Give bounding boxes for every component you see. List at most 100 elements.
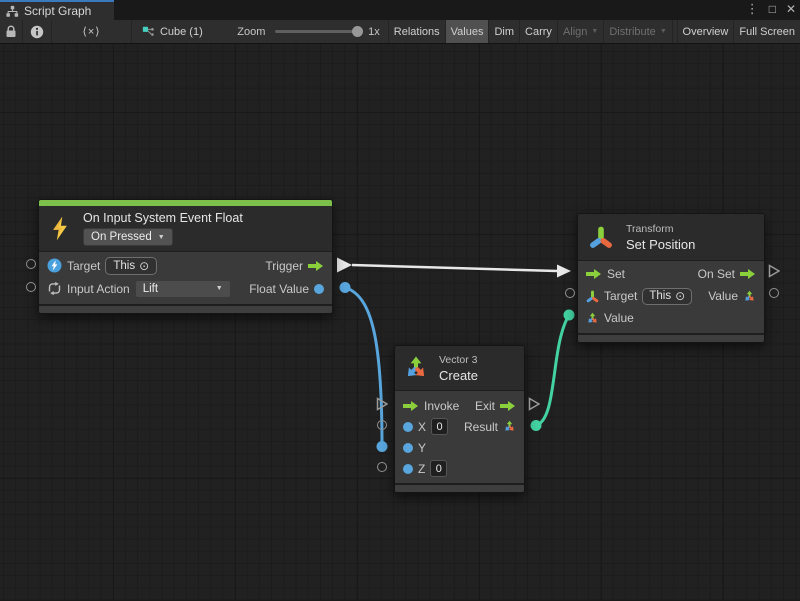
- info-button[interactable]: [23, 20, 52, 43]
- target-field[interactable]: This ⊙: [105, 257, 157, 275]
- x-value-field[interactable]: 0: [431, 418, 448, 435]
- value-out-external-port[interactable]: [769, 288, 779, 298]
- set-position-footer: [578, 333, 764, 342]
- transform-icon: [588, 224, 614, 250]
- input-action-label: Input Action: [67, 282, 130, 296]
- chevron-down-icon: ▼: [158, 234, 165, 241]
- x-label: X: [418, 420, 426, 434]
- z-label: Z: [418, 462, 425, 476]
- graph-context-button[interactable]: Cube (1): [132, 20, 223, 43]
- event-mode-dropdown[interactable]: On Pressed ▼: [83, 228, 173, 246]
- x-input-port[interactable]: [403, 422, 413, 432]
- vector3-icon: [403, 355, 429, 381]
- input-action-icon: [47, 281, 62, 296]
- zoom-value: 1x: [364, 20, 389, 43]
- graph-hierarchy-icon: [6, 5, 19, 18]
- graph-toolbar: ⟨×⟩ Cube (1) Zoom 1x Relations Values Di…: [0, 20, 800, 44]
- invoke-input-port[interactable]: [403, 400, 419, 412]
- exit-external-port[interactable]: [528, 397, 540, 411]
- on-set-external-port[interactable]: [768, 264, 780, 278]
- values-button[interactable]: Values: [446, 20, 490, 43]
- target-label: Target: [67, 259, 100, 273]
- vector3-footer: [395, 483, 524, 492]
- tab-title: Script Graph: [24, 4, 91, 18]
- distribute-button[interactable]: Distribute ▼: [604, 20, 672, 43]
- window-menu-icon[interactable]: ⋮: [746, 0, 759, 18]
- trigger-label: Trigger: [265, 259, 303, 273]
- target-external-port[interactable]: [565, 288, 575, 298]
- object-picker-icon[interactable]: ⊙: [675, 289, 685, 303]
- value-input-label: Value: [604, 311, 634, 325]
- input-action-dropdown[interactable]: Lift ▼: [135, 280, 231, 298]
- vector3-input-port[interactable]: [586, 312, 599, 325]
- result-to-value-wire[interactable]: [536, 315, 569, 426]
- set-position-title: Set Position: [626, 237, 695, 252]
- node-vector3-create[interactable]: Vector 3 Create Invoke Exit X 0 Result: [394, 345, 525, 493]
- chevron-down-icon: ▼: [591, 28, 598, 35]
- value-input-wire-port[interactable]: [564, 310, 575, 321]
- event-node-footer: [39, 304, 332, 313]
- info-icon: [30, 25, 44, 39]
- result-output-port[interactable]: [503, 420, 516, 433]
- lock-button[interactable]: [0, 20, 23, 43]
- lightning-bolt-icon: [49, 215, 71, 242]
- event-node-header[interactable]: On Input System Event Float On Pressed ▼: [39, 206, 332, 251]
- invoke-label: Invoke: [424, 399, 459, 413]
- full-screen-button[interactable]: Full Screen: [734, 20, 800, 43]
- set-label: Set: [607, 267, 625, 281]
- dim-button[interactable]: Dim: [489, 20, 520, 43]
- title-bar: Script Graph ⋮ □ ✕: [0, 0, 800, 20]
- set-position-category: Transform: [626, 223, 695, 235]
- node-set-position[interactable]: Transform Set Position Set On Set Target: [577, 213, 765, 343]
- event-target-external-port[interactable]: [26, 259, 36, 269]
- on-set-label: On Set: [698, 267, 735, 281]
- trigger-to-set-wire[interactable]: [352, 265, 557, 271]
- z-value-field[interactable]: 0: [430, 460, 447, 477]
- window-close-icon[interactable]: ✕: [786, 0, 796, 18]
- target-label: Target: [604, 289, 637, 303]
- vector3-header[interactable]: Vector 3 Create: [395, 346, 524, 390]
- exit-output-port[interactable]: [500, 400, 516, 412]
- vector3-output-port[interactable]: [743, 290, 756, 303]
- target-field[interactable]: This ⊙: [642, 288, 692, 305]
- code-view-button[interactable]: ⟨×⟩: [52, 20, 132, 43]
- trigger-wire-end-arrow[interactable]: [557, 265, 571, 278]
- trigger-output-port[interactable]: [308, 260, 324, 272]
- on-set-output-port[interactable]: [740, 268, 756, 280]
- zoom-slider-handle[interactable]: [352, 26, 363, 37]
- player-input-icon: [47, 258, 62, 273]
- result-label: Result: [464, 420, 498, 434]
- result-wire-port[interactable]: [531, 420, 542, 431]
- y-input-wire-port[interactable]: [377, 441, 388, 452]
- event-input-action-external-port[interactable]: [26, 282, 36, 292]
- overview-button[interactable]: Overview: [678, 20, 735, 43]
- align-button[interactable]: Align ▼: [558, 20, 604, 43]
- float-value-output-port[interactable]: [314, 284, 324, 294]
- window-maximize-icon[interactable]: □: [769, 0, 776, 18]
- x-external-port[interactable]: [377, 420, 387, 430]
- y-label: Y: [418, 441, 426, 455]
- trigger-wire-source-arrow[interactable]: [337, 258, 352, 273]
- graph-canvas[interactable]: On Input System Event Float On Pressed ▼…: [0, 44, 800, 601]
- z-external-port[interactable]: [377, 462, 387, 472]
- z-input-port[interactable]: [403, 464, 413, 474]
- carry-button[interactable]: Carry: [520, 20, 558, 43]
- set-input-port[interactable]: [586, 268, 602, 280]
- exit-label: Exit: [475, 399, 495, 413]
- object-picker-icon[interactable]: ⊙: [139, 259, 149, 273]
- vector3-title: Create: [439, 368, 478, 383]
- float-value-wire-port[interactable]: [340, 282, 351, 293]
- event-node-title: On Input System Event Float: [83, 211, 243, 225]
- tab-script-graph[interactable]: Script Graph: [0, 0, 114, 20]
- set-position-header[interactable]: Transform Set Position: [578, 214, 764, 260]
- relations-button[interactable]: Relations: [389, 20, 446, 43]
- graph-node-icon: [142, 25, 155, 38]
- float-value-label: Float Value: [249, 282, 309, 296]
- chevron-down-icon: ▼: [660, 28, 667, 35]
- lock-icon: [5, 25, 17, 38]
- zoom-slider[interactable]: [275, 30, 360, 33]
- invoke-external-port[interactable]: [376, 397, 388, 411]
- y-input-port[interactable]: [403, 443, 413, 453]
- transform-mini-icon: [586, 290, 599, 303]
- node-on-input-system-event-float[interactable]: On Input System Event Float On Pressed ▼…: [38, 199, 333, 314]
